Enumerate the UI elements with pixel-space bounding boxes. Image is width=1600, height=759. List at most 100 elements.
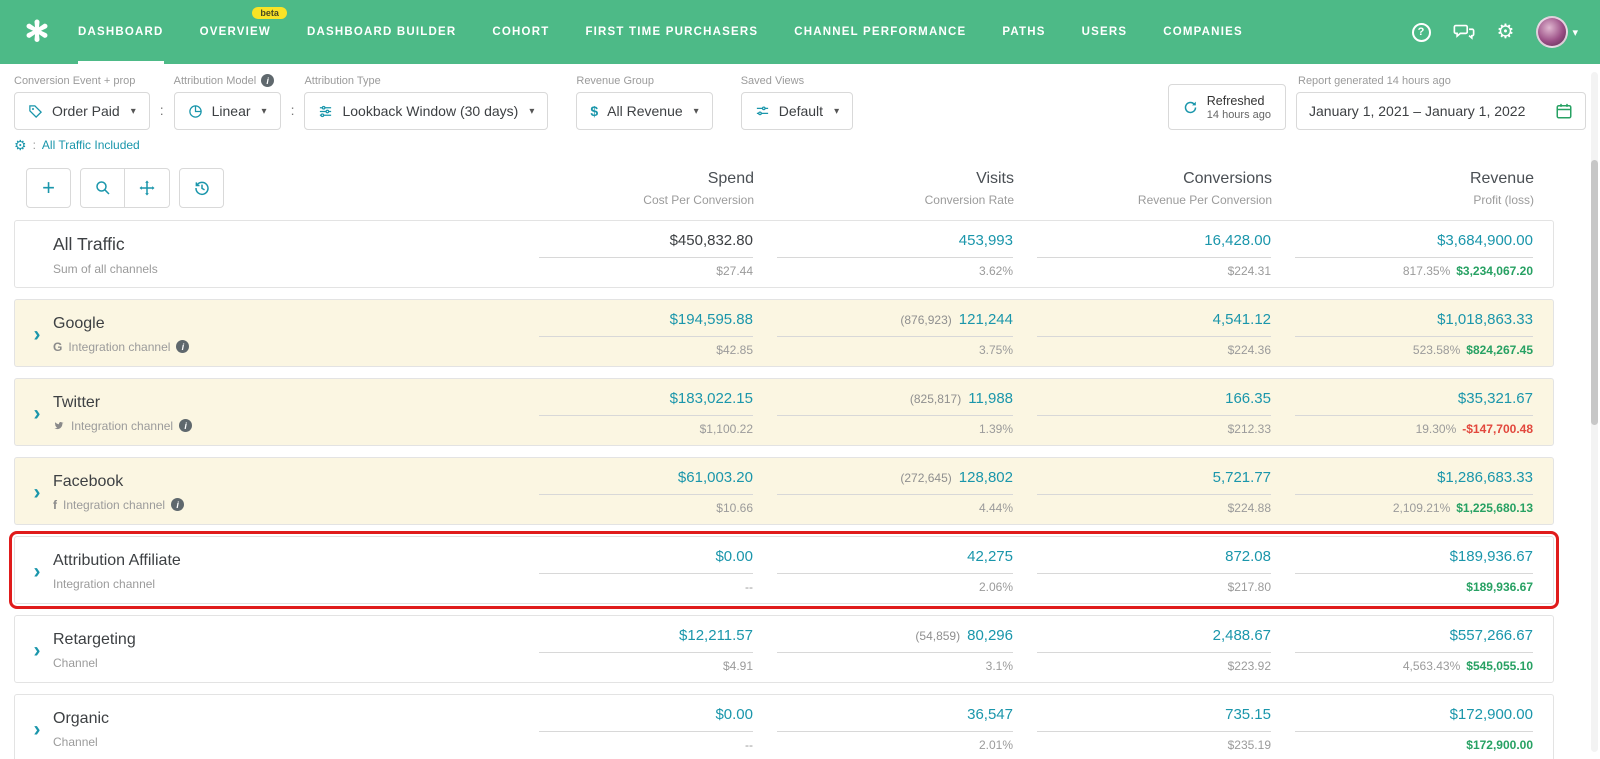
channel-subtitle: Channel <box>53 656 136 670</box>
avatar[interactable] <box>1536 16 1568 48</box>
revenue-value[interactable]: $172,900.00 <box>1450 706 1533 723</box>
header-conversions-secondary[interactable]: Revenue Per Conversion <box>1038 193 1272 207</box>
chevron-down-icon: ▾ <box>131 106 136 117</box>
nav-item-first-time-purchasers[interactable]: FIRST TIME PURCHASERS <box>585 0 758 64</box>
attribution-model-group: Attribution Model Linear ▾ <box>174 74 281 130</box>
table-row[interactable]: › All Traffic Sum of all channels $450,8… <box>14 220 1554 288</box>
report-generated-note: Report generated 14 hours ago <box>1296 75 1586 87</box>
conversions-value[interactable]: 872.08 <box>1225 548 1271 565</box>
nav-item-paths[interactable]: PATHS <box>1002 0 1045 64</box>
visits-cell: (876,923)121,244 3.75% <box>753 311 1013 357</box>
profit-loss: 523.58%$824,267.45 <box>1295 343 1533 357</box>
header-conversions-primary[interactable]: Conversions <box>1038 170 1272 188</box>
move-button[interactable] <box>125 168 170 208</box>
table-row[interactable]: › Organic Channel $0.00 -- 36,547 2.01% … <box>14 694 1554 759</box>
attribution-model-dropdown[interactable]: Linear ▾ <box>174 92 281 130</box>
channel-name: Facebook <box>53 473 184 491</box>
app-logo[interactable] <box>22 0 52 64</box>
cost-per-conversion: $42.85 <box>539 343 753 357</box>
table-row[interactable]: › Twitter Integration channel $183,022.1… <box>14 378 1554 446</box>
visits-value[interactable]: 36,547 <box>967 706 1013 723</box>
scrollbar[interactable] <box>1591 72 1598 752</box>
header-spend-secondary[interactable]: Cost Per Conversion <box>540 193 754 207</box>
table-row[interactable]: › Attribution Affiliate Integration chan… <box>14 536 1554 604</box>
cost-per-conversion: $4.91 <box>539 659 753 673</box>
saved-views-dropdown[interactable]: Default ▾ <box>741 92 853 130</box>
visits-value[interactable]: 11,988 <box>968 390 1013 407</box>
header-visits-primary[interactable]: Visits <box>778 170 1014 188</box>
spend-cell: $12,211.57 $4.91 <box>515 627 753 673</box>
visits-value[interactable]: 42,275 <box>967 548 1013 565</box>
visits-value[interactable]: 80,296 <box>967 627 1013 644</box>
saved-views-label: Saved Views <box>741 75 853 87</box>
help-icon[interactable] <box>1412 23 1431 42</box>
attribution-type-dropdown[interactable]: Lookback Window (30 days) ▾ <box>304 92 548 130</box>
all-traffic-included-link[interactable]: All Traffic Included <box>42 138 140 152</box>
revenue-value[interactable]: $189,936.67 <box>1450 548 1533 565</box>
spend-value[interactable]: $194,595.88 <box>670 311 753 328</box>
expand-chevron-icon[interactable]: › <box>27 482 47 503</box>
spend-value[interactable]: $0.00 <box>715 706 753 723</box>
visits-value[interactable]: 121,244 <box>959 311 1013 328</box>
expand-chevron-icon[interactable]: › <box>27 561 47 582</box>
revenue-value[interactable]: $557,266.67 <box>1450 627 1533 644</box>
revenue-group: Revenue Group $ All Revenue ▾ <box>576 75 712 130</box>
conversions-cell: 2,488.67 $223.92 <box>1013 627 1271 673</box>
conversions-value[interactable]: 16,428.00 <box>1204 232 1271 249</box>
channel-subtitle-text: Integration channel <box>68 340 170 354</box>
scrollbar-thumb[interactable] <box>1591 160 1598 425</box>
chat-icon[interactable] <box>1453 21 1475 43</box>
date-range-picker[interactable]: January 1, 2021 – January 1, 2022 <box>1296 92 1586 130</box>
revenue-value[interactable]: $1,286,683.33 <box>1437 469 1533 486</box>
revenue-value[interactable]: $1,018,863.33 <box>1437 311 1533 328</box>
expand-chevron-icon[interactable]: › <box>27 324 47 345</box>
revenue-value[interactable]: $3,684,900.00 <box>1437 232 1533 249</box>
conversions-value[interactable]: 166.35 <box>1225 390 1271 407</box>
gear-icon[interactable]: ⚙ <box>1497 22 1515 42</box>
header-revenue-secondary[interactable]: Profit (loss) <box>1296 193 1534 207</box>
nav-item-overview[interactable]: OVERVIEWbeta <box>200 0 271 64</box>
expand-chevron-icon[interactable]: › <box>27 403 47 424</box>
nav-item-cohort[interactable]: COHORT <box>492 0 549 64</box>
conversion-event-dropdown[interactable]: Order Paid ▾ <box>14 92 150 130</box>
visits-value[interactable]: 453,993 <box>959 232 1013 249</box>
user-menu[interactable]: ▾ <box>1536 16 1578 48</box>
conversion-event-label: Conversion Event + prop <box>14 75 150 87</box>
history-button[interactable] <box>179 168 224 208</box>
chevron-down-icon: ▾ <box>1572 26 1578 39</box>
header-spend-primary[interactable]: Spend <box>540 170 754 188</box>
gear-icon[interactable]: ⚙ <box>14 138 27 152</box>
table-row[interactable]: › Google G Integration channel $194,595.… <box>14 299 1554 367</box>
spend-value[interactable]: $183,022.15 <box>670 390 753 407</box>
revenue-value[interactable]: $35,321.67 <box>1458 390 1533 407</box>
add-button[interactable]: + <box>26 168 71 208</box>
header-visits-secondary[interactable]: Conversion Rate <box>778 193 1014 207</box>
nav-item-users[interactable]: USERS <box>1082 0 1128 64</box>
expand-chevron-icon[interactable]: › <box>27 719 47 740</box>
cost-per-conversion: $27.44 <box>539 264 753 278</box>
revenue-group-dropdown[interactable]: $ All Revenue ▾ <box>576 92 712 130</box>
search-button[interactable] <box>80 168 125 208</box>
visits-cell: 36,547 2.01% <box>753 706 1013 752</box>
spend-value[interactable]: $12,211.57 <box>679 627 753 644</box>
nav-item-channel-performance[interactable]: CHANNEL PERFORMANCE <box>794 0 966 64</box>
visits-value[interactable]: 128,802 <box>959 469 1013 486</box>
profit-loss: $189,936.67 <box>1295 580 1533 594</box>
logo-icon <box>22 17 52 47</box>
refresh-button[interactable]: Refreshed 14 hours ago <box>1168 84 1286 130</box>
visits-cell: (825,817)11,988 1.39% <box>753 390 1013 436</box>
expand-chevron-icon[interactable]: › <box>27 640 47 661</box>
spend-value[interactable]: $61,003.20 <box>678 469 753 486</box>
header-revenue-primary[interactable]: Revenue <box>1296 170 1534 188</box>
conversions-value[interactable]: 735.15 <box>1225 706 1271 723</box>
conversions-value[interactable]: 5,721.77 <box>1213 469 1271 486</box>
conversions-value[interactable]: 4,541.12 <box>1213 311 1271 328</box>
nav-item-dashboard-builder[interactable]: DASHBOARD BUILDER <box>307 0 456 64</box>
table-row[interactable]: › Facebook f Integration channel $61,003… <box>14 457 1554 525</box>
spend-value[interactable]: $0.00 <box>715 548 753 565</box>
nav-item-dashboard[interactable]: DASHBOARD <box>78 0 164 64</box>
conversions-value[interactable]: 2,488.67 <box>1213 627 1271 644</box>
nav-item-companies[interactable]: COMPANIES <box>1163 0 1243 64</box>
table-row[interactable]: › Retargeting Channel $12,211.57 $4.91 (… <box>14 615 1554 683</box>
channel-subtitle-text: Integration channel <box>53 577 155 591</box>
